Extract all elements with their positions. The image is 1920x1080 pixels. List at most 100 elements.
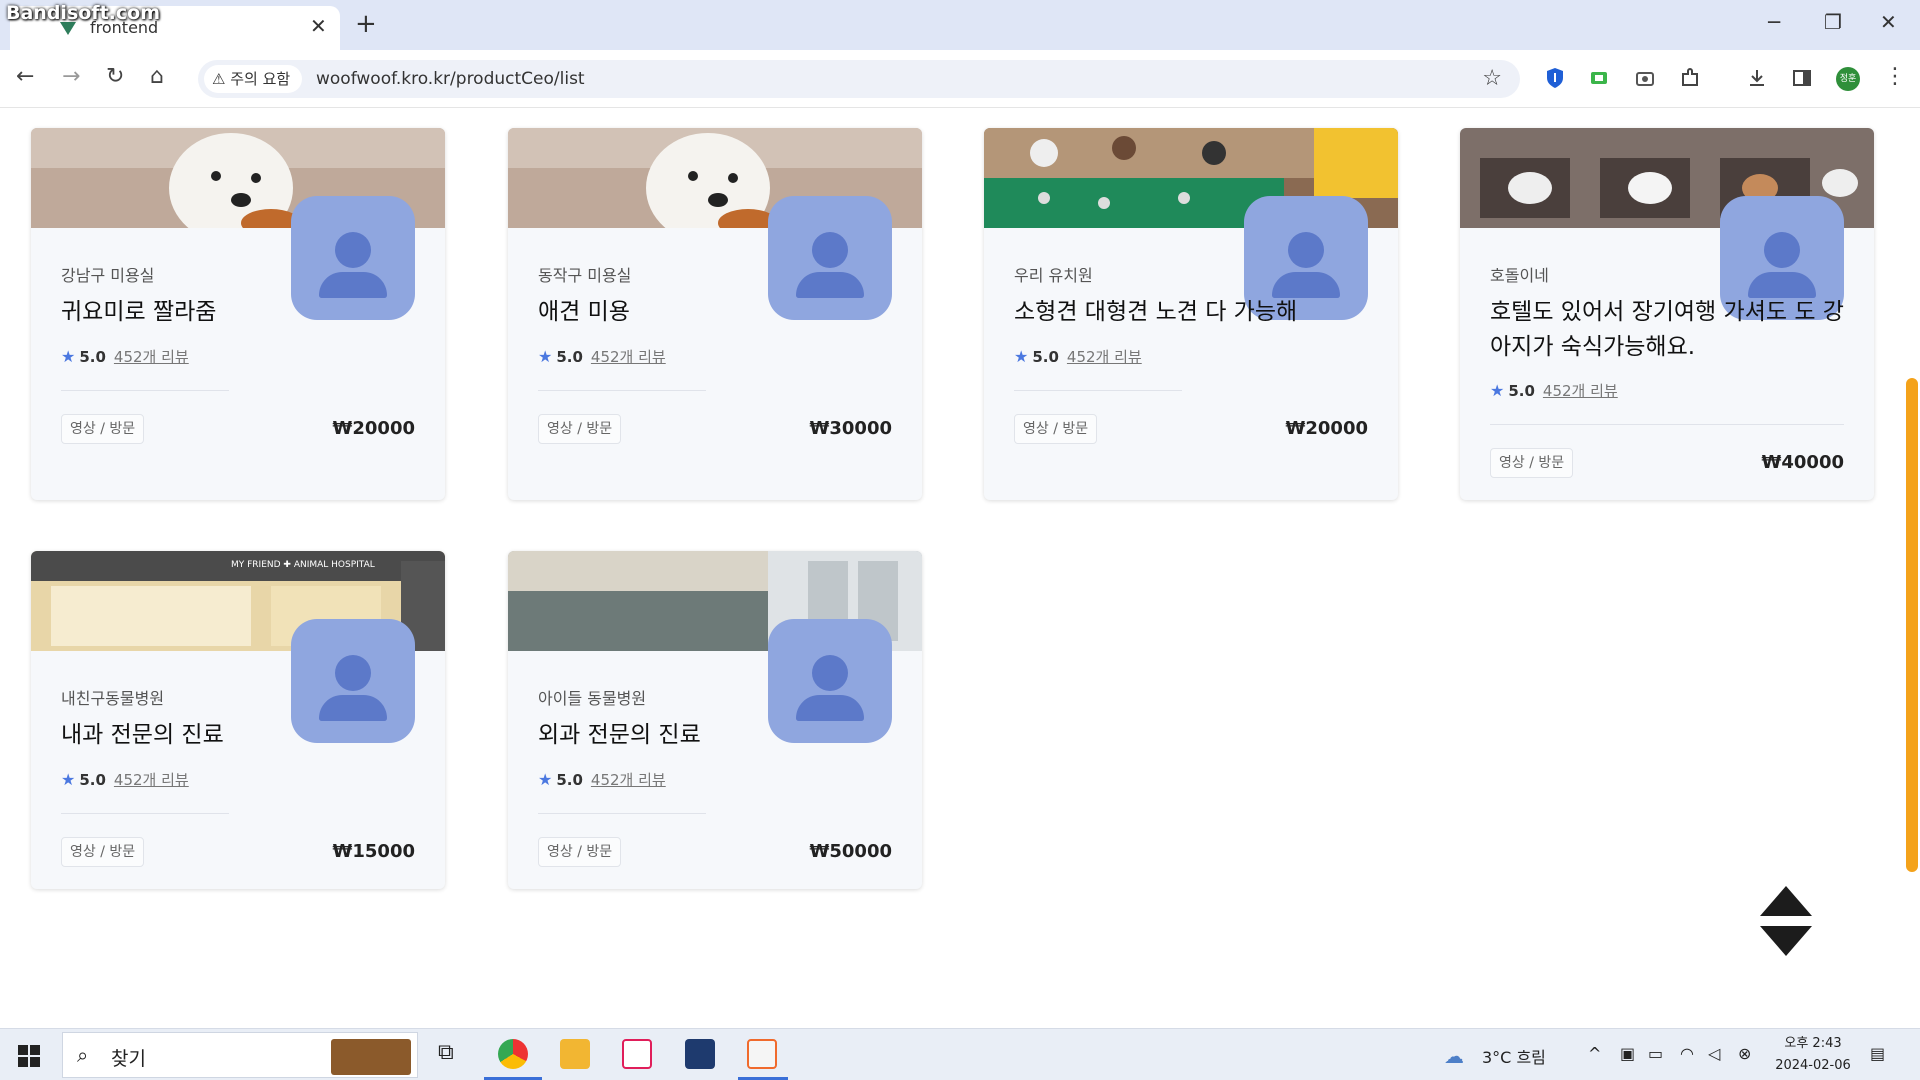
restore-icon[interactable]: ❐ — [1824, 10, 1842, 34]
service-type-badge: 영상 / 방문 — [61, 414, 145, 444]
review-link[interactable]: 452개 리뷰 — [1067, 348, 1142, 366]
person-icon — [812, 232, 848, 268]
profile-avatar[interactable]: 정훈 — [1836, 67, 1860, 91]
side-panel-icon[interactable] — [1792, 67, 1812, 89]
new-tab-button[interactable]: + — [355, 9, 377, 39]
volume-muted-icon[interactable]: ◁ — [1708, 1044, 1720, 1063]
reload-icon[interactable]: ↻ — [106, 64, 124, 89]
card-category: 우리 유치원 — [1014, 266, 1093, 285]
rating-value: 5.0 — [79, 348, 106, 366]
card-title[interactable]: 내과 전문의 진료 — [61, 718, 421, 753]
slack-icon[interactable] — [622, 1039, 652, 1069]
watermark: Bandisoft.com — [6, 2, 160, 24]
bitwarden-shield-icon[interactable] — [1545, 67, 1565, 89]
page-scrollbar[interactable] — [1906, 378, 1918, 872]
bookmark-star-icon[interactable]: ☆ — [1482, 66, 1502, 91]
rating-value: 5.0 — [556, 348, 583, 366]
person-icon — [335, 655, 371, 691]
review-link[interactable]: 452개 리뷰 — [114, 348, 189, 366]
card-rating: ★ 5.0 452개 리뷰 — [1490, 380, 1618, 401]
search-highlight-image — [331, 1039, 411, 1075]
product-card[interactable]: 동작구 미용실 애견 미용 ★ 5.0 452개 리뷰 영상 / 방문 ₩30000 — [508, 128, 922, 500]
notification-icon[interactable]: ▤ — [1870, 1044, 1885, 1063]
service-type-badge: 영상 / 방문 — [61, 837, 145, 867]
card-rating: ★ 5.0 452개 리뷰 — [538, 769, 666, 790]
home-icon[interactable]: ⌂ — [150, 64, 164, 89]
review-link[interactable]: 452개 리뷰 — [591, 348, 666, 366]
card-rating: ★ 5.0 452개 리뷰 — [538, 346, 666, 367]
card-price: ₩20000 — [332, 418, 415, 439]
window-close-icon[interactable]: ✕ — [1880, 10, 1897, 34]
green-extension-icon[interactable] — [1589, 67, 1609, 89]
divider — [1014, 390, 1182, 391]
rating-value: 5.0 — [556, 771, 583, 789]
product-card[interactable]: 호돌이네 호텔도 있어서 장기여행 가셔도 도 강아지가 숙식가능해요. ★ 5.… — [1460, 128, 1874, 500]
editor-app-icon[interactable] — [685, 1039, 715, 1069]
tab-close-icon[interactable]: ✕ — [310, 14, 327, 38]
task-view-icon[interactable]: ⧉ — [438, 1040, 454, 1065]
status-circle-icon[interactable]: ⊗ — [1738, 1044, 1751, 1063]
back-icon[interactable]: ← — [16, 64, 34, 89]
menu-dots-icon[interactable]: ⋮ — [1884, 64, 1906, 89]
browser-tab-bar: Bandisoft.com frontend ✕ + ─ ❐ ✕ — [0, 0, 1920, 50]
meet-icon[interactable]: ▣ — [1620, 1044, 1635, 1063]
card-title[interactable]: 애견 미용 — [538, 295, 898, 330]
card-price: ₩50000 — [809, 841, 892, 862]
file-explorer-icon[interactable] — [560, 1039, 590, 1069]
browser-toolbar: ← → ↻ ⌂ ⚠ 주의 요함 woofwoof.kro.kr/productC… — [0, 50, 1920, 108]
divider — [538, 813, 706, 814]
minimize-icon[interactable]: ─ — [1768, 10, 1780, 34]
divider — [538, 390, 706, 391]
security-warning-label: 주의 요함 — [230, 70, 291, 88]
person-icon — [335, 232, 371, 268]
windows-taskbar: ⌕ 찾기 ⧉ ☁ 3°C 흐림 ^ ▣ ▭ ◠ ◁ ⊗ 오후 2:43 2024… — [0, 1028, 1920, 1080]
review-link[interactable]: 452개 리뷰 — [591, 771, 666, 789]
product-card[interactable]: MY FRIEND ✚ ANIMAL HOSPITAL 내친구동물병원 내과 전… — [31, 551, 445, 889]
forward-icon[interactable]: → — [62, 64, 80, 89]
card-title[interactable]: 소형견 대형견 노견 다 가능해 — [1014, 295, 1374, 330]
camera-icon[interactable] — [1635, 67, 1655, 89]
search-label: 찾기 — [111, 1048, 146, 1070]
divider — [1490, 424, 1844, 425]
star-icon: ★ — [1014, 347, 1029, 366]
review-link[interactable]: 452개 리뷰 — [1543, 382, 1618, 400]
person-icon — [1288, 232, 1324, 268]
scroll-down-icon[interactable] — [1760, 926, 1812, 956]
scroll-up-icon[interactable] — [1760, 886, 1812, 916]
windows-start-icon[interactable] — [18, 1045, 40, 1067]
service-type-badge: 영상 / 방문 — [538, 837, 622, 867]
weather-text[interactable]: 3°C 흐림 — [1482, 1044, 1546, 1068]
card-title[interactable]: 호텔도 있어서 장기여행 가셔도 도 강아지가 숙식가능해요. — [1490, 295, 1850, 365]
person-icon — [1764, 232, 1800, 268]
product-card[interactable]: 아이들 동물병원 외과 전문의 진료 ★ 5.0 452개 리뷰 영상 / 방문 ₩… — [508, 551, 922, 889]
star-icon: ★ — [1490, 381, 1505, 400]
bandicam-icon[interactable] — [747, 1039, 777, 1069]
card-title[interactable]: 귀요미로 짤라줌 — [61, 295, 421, 330]
url-text[interactable]: woofwoof.kro.kr/productCeo/list — [316, 69, 585, 89]
service-type-badge: 영상 / 방문 — [1014, 414, 1098, 444]
wifi-icon[interactable]: ◠ — [1680, 1044, 1694, 1063]
service-type-badge: 영상 / 방문 — [538, 414, 622, 444]
search-icon: ⌕ — [77, 1043, 89, 1067]
person-icon — [812, 655, 848, 691]
clock-date: 2024-02-06 — [1775, 1058, 1851, 1073]
review-link[interactable]: 452개 리뷰 — [114, 771, 189, 789]
address-bar[interactable]: ⚠ 주의 요함 woofwoof.kro.kr/productCeo/list … — [198, 60, 1520, 98]
tray-chevron-icon[interactable]: ^ — [1588, 1044, 1601, 1063]
product-card[interactable]: 강남구 미용실 귀요미로 짤라줌 ★ 5.0 452개 리뷰 영상 / 방문 ₩20… — [31, 128, 445, 500]
rating-value: 5.0 — [1032, 348, 1059, 366]
card-title[interactable]: 외과 전문의 진료 — [538, 718, 898, 753]
security-chip[interactable]: ⚠ 주의 요함 — [204, 65, 303, 93]
star-icon: ★ — [538, 347, 553, 366]
product-card[interactable]: 우리 유치원 소형견 대형견 노견 다 가능해 ★ 5.0 452개 리뷰 영상 /… — [984, 128, 1398, 500]
divider — [61, 813, 229, 814]
extensions-puzzle-icon[interactable] — [1680, 67, 1700, 89]
system-clock[interactable]: 오후 2:43 2024-02-06 — [1768, 1033, 1858, 1077]
chrome-icon[interactable] — [498, 1039, 528, 1069]
scroll-top-bottom-control[interactable] — [1760, 886, 1812, 958]
battery-icon[interactable]: ▭ — [1648, 1044, 1663, 1063]
taskbar-search[interactable]: ⌕ 찾기 — [62, 1032, 418, 1078]
photo-sign-text: MY FRIEND ✚ ANIMAL HOSPITAL — [231, 560, 375, 570]
weather-cloud-icon: ☁ — [1444, 1044, 1464, 1068]
download-icon[interactable] — [1747, 67, 1767, 89]
